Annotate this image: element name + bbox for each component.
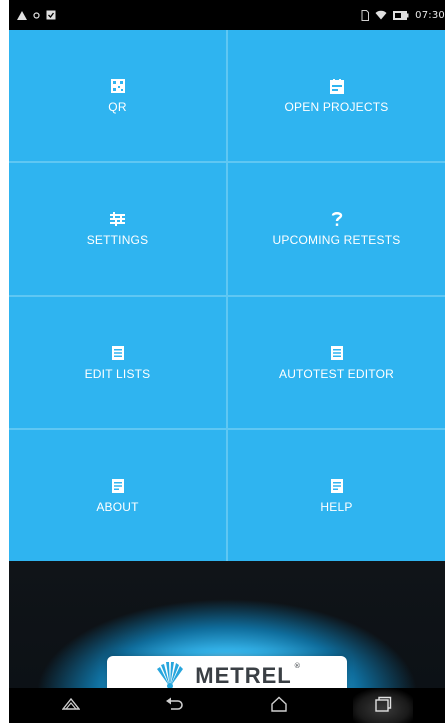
navigation-bar xyxy=(9,688,445,723)
status-bar-right: 07:30 xyxy=(361,9,445,21)
battery-icon xyxy=(393,10,409,20)
registered-mark: ® xyxy=(293,662,301,670)
help-label: HELP xyxy=(320,499,353,514)
recent-apps-button[interactable] xyxy=(353,688,413,723)
status-bar: 07:30 xyxy=(9,0,445,30)
back-button[interactable] xyxy=(145,688,205,723)
metrel-emblem-icon xyxy=(153,659,187,688)
warning-icon xyxy=(17,10,27,20)
settings-tile[interactable]: SETTINGS xyxy=(9,163,226,295)
menu-button[interactable] xyxy=(41,688,101,723)
upcoming-retests-tile[interactable]: UPCOMING RETESTS xyxy=(228,163,445,295)
autotest-document-icon xyxy=(330,344,343,362)
edit-lists-tile[interactable]: EDIT LISTS xyxy=(9,296,226,428)
about-label: ABOUT xyxy=(96,499,139,514)
open-projects-tile[interactable]: OPEN PROJECTS xyxy=(228,30,445,162)
folder-projects-icon xyxy=(329,77,344,95)
autotest-editor-tile[interactable]: AUTOTEST EDITOR xyxy=(228,296,445,428)
metrel-logo: METREL ® xyxy=(107,656,347,688)
brand-name: METREL xyxy=(195,663,292,688)
home-button[interactable] xyxy=(249,688,309,723)
status-time: 07:30 xyxy=(415,9,445,21)
app-screen: 07:30 QR OPEN PROJECTS SETTINGS UPCOMING… xyxy=(0,0,445,723)
settings-label: SETTINGS xyxy=(86,233,149,248)
status-bar-left xyxy=(17,10,56,20)
sim-icon xyxy=(361,9,370,21)
wifi-icon xyxy=(375,10,387,20)
main-menu-grid: QR OPEN PROJECTS SETTINGS UPCOMING RETES… xyxy=(9,30,445,561)
edit-lists-label: EDIT LISTS xyxy=(84,366,151,381)
autotest-editor-label: AUTOTEST EDITOR xyxy=(278,366,395,381)
info-document-icon xyxy=(111,477,124,495)
upcoming-retests-label: UPCOMING RETESTS xyxy=(272,233,401,248)
settings-sliders-icon xyxy=(110,210,125,228)
app-notification-icon xyxy=(46,10,56,20)
list-document-icon xyxy=(111,344,124,362)
about-tile[interactable]: ABOUT xyxy=(9,429,226,561)
question-mark-icon xyxy=(331,210,343,228)
recent-apps-icon xyxy=(374,696,392,716)
qr-tile[interactable]: QR xyxy=(9,30,226,162)
home-icon xyxy=(270,696,288,716)
qr-label: QR xyxy=(108,100,127,115)
help-tile[interactable]: HELP xyxy=(228,429,445,561)
back-icon xyxy=(165,696,185,715)
notification-dot-icon xyxy=(33,11,40,19)
brand-banner: METREL ® xyxy=(9,561,445,688)
help-document-icon xyxy=(330,477,343,495)
menu-icon xyxy=(61,696,81,715)
open-projects-label: OPEN PROJECTS xyxy=(284,100,389,115)
qr-code-icon xyxy=(110,77,125,95)
